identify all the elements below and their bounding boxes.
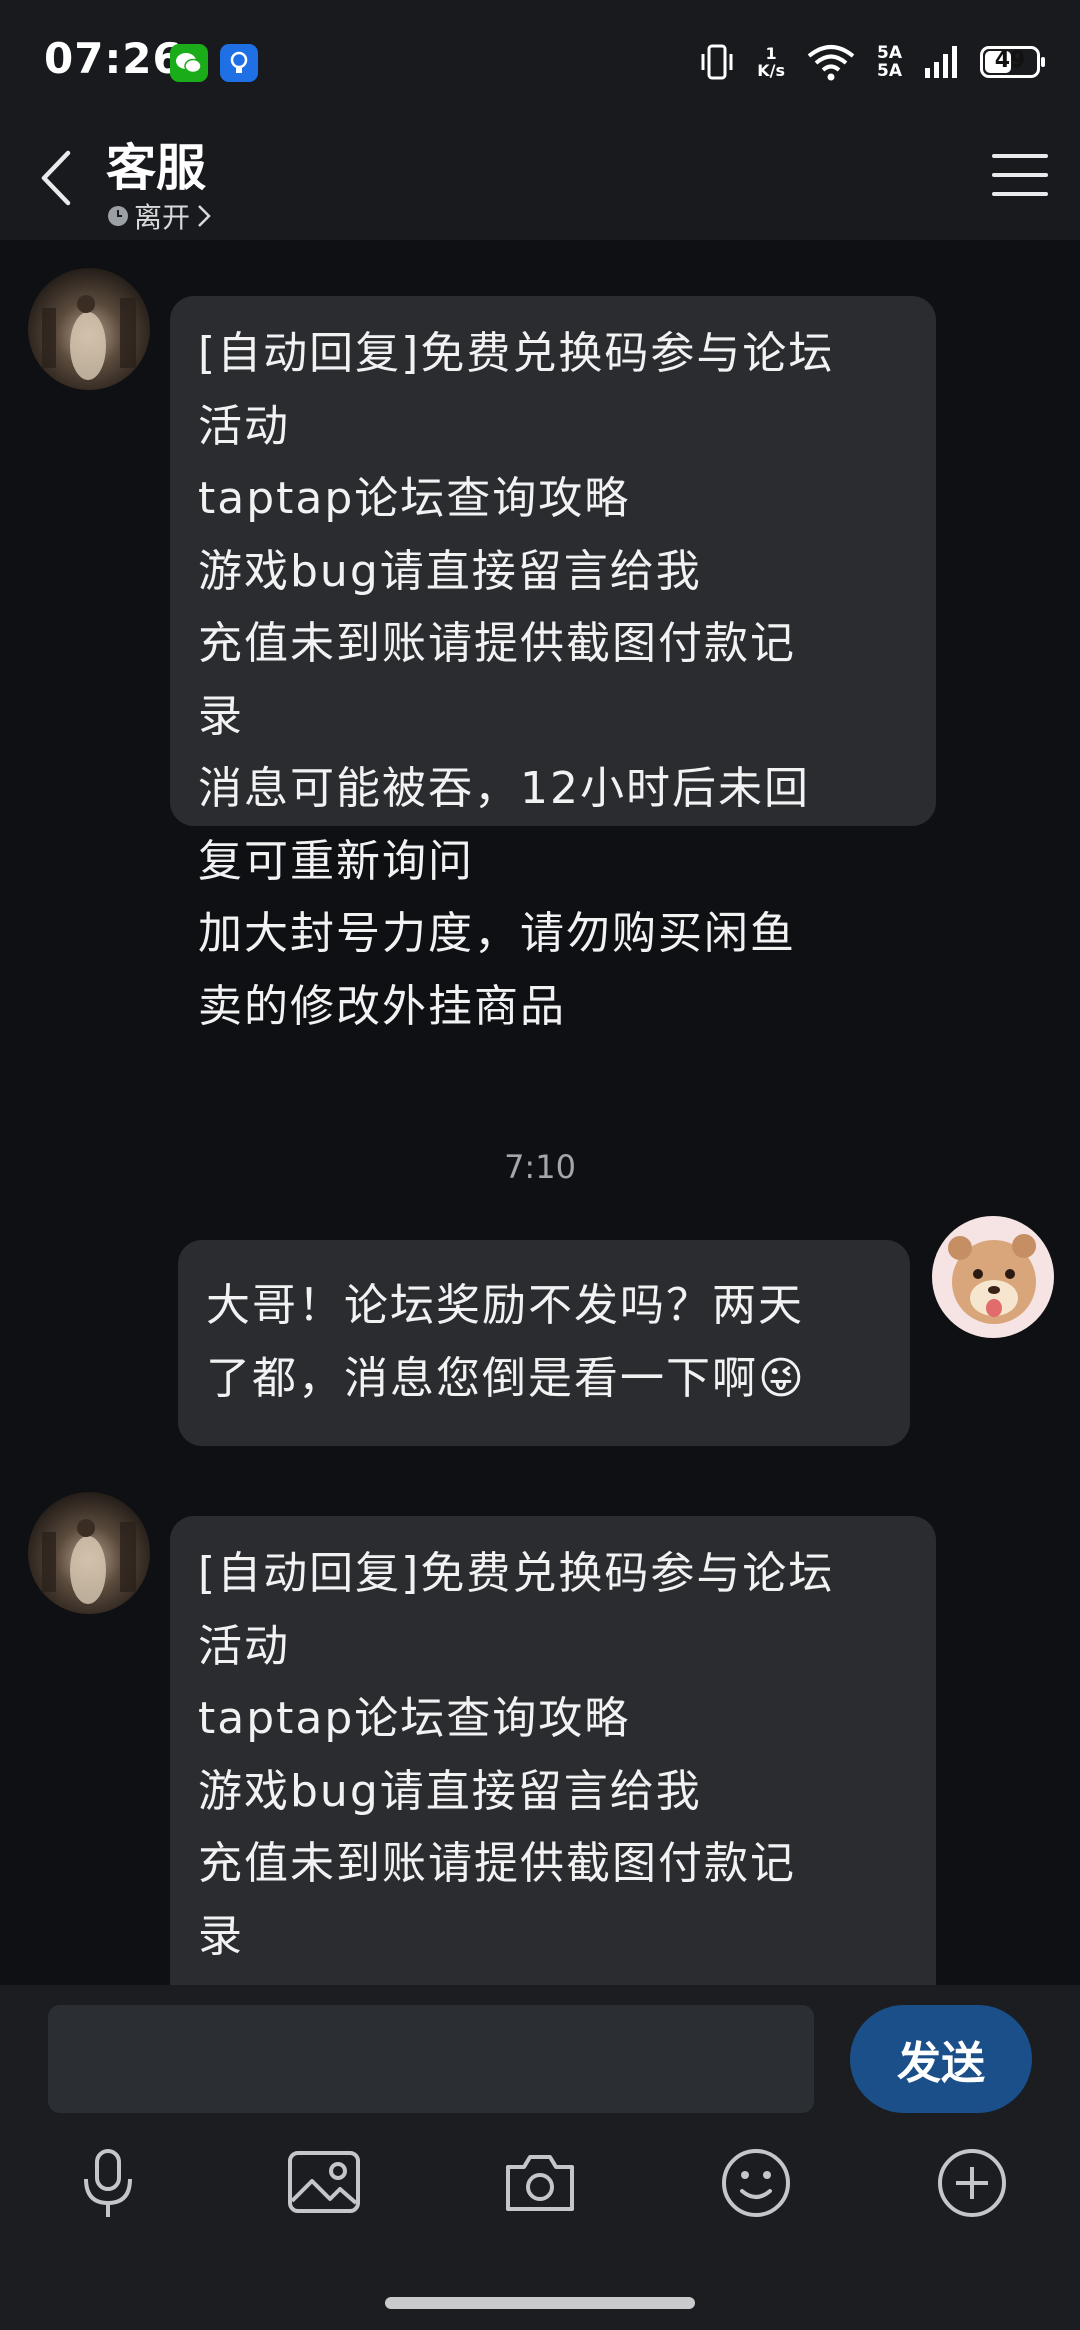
message-line: taptap论坛查询攻略 bbox=[198, 1693, 631, 1744]
message-line: 了都，消息您倒是看一下啊😜 bbox=[206, 1352, 806, 1404]
message-line: 消息可能被吞，12小时后未回 bbox=[198, 763, 810, 814]
message-bubble[interactable]: [自动回复]免费兑换码参与论坛 活动 taptap论坛查询攻略 游戏bug请直接… bbox=[170, 296, 936, 1032]
plus-icon[interactable] bbox=[932, 2143, 1012, 2223]
presence-status-label: 离开 bbox=[134, 201, 191, 234]
chevron-right-icon bbox=[198, 205, 211, 227]
wifi-icon bbox=[807, 45, 855, 81]
camera-icon[interactable] bbox=[500, 2143, 580, 2223]
message-line: [自动回复]免费兑换码参与论坛 bbox=[198, 1548, 835, 1599]
status-time: 07:26 bbox=[44, 34, 183, 83]
message-line: 卖的修改外挂商品 bbox=[198, 980, 566, 1032]
message-line: 游戏bug请直接留言给我 bbox=[198, 1765, 702, 1817]
message-list[interactable]: [自动回复]免费兑换码参与论坛 活动 taptap论坛查询攻略 游戏bug请直接… bbox=[0, 240, 1080, 1985]
battery-icon: 49 bbox=[980, 46, 1045, 78]
network-speed-unit: K/s bbox=[757, 61, 785, 80]
signal-icon bbox=[925, 46, 957, 78]
signal-labels: 5A 5A bbox=[877, 44, 902, 80]
message-line: 大哥！论坛奖励不发吗？两天 bbox=[206, 1280, 804, 1331]
bulb-icon bbox=[220, 44, 258, 82]
message-line: 加大封号力度，请勿购买闲鱼 bbox=[198, 908, 796, 959]
battery-level: 49 bbox=[994, 48, 1026, 73]
wechat-icon bbox=[170, 44, 208, 82]
message-input[interactable] bbox=[48, 2005, 814, 2113]
network-speed: 1 K/s bbox=[757, 45, 785, 79]
composer-toolbar bbox=[0, 2143, 1080, 2223]
message-bubble[interactable]: [自动回复]免费兑换码参与论坛 活动 taptap论坛查询攻略 游戏bug请直接… bbox=[170, 1516, 936, 1985]
status-bar: 07:26 1 K/s 5A 5A 49 bbox=[0, 0, 1080, 110]
signal-label-bottom: 5A bbox=[877, 61, 902, 81]
emoji-icon[interactable] bbox=[716, 2143, 796, 2223]
vibrate-icon bbox=[701, 44, 733, 80]
network-speed-value: 1 bbox=[765, 44, 777, 63]
chat-title: 客服 bbox=[106, 139, 206, 197]
chat-header: 客服 离开 bbox=[0, 110, 1080, 240]
user-avatar[interactable] bbox=[932, 1216, 1054, 1338]
presence-status[interactable]: 离开 bbox=[108, 196, 212, 236]
clock-icon bbox=[108, 206, 128, 226]
send-button[interactable]: 发送 bbox=[850, 2005, 1032, 2113]
microphone-icon[interactable] bbox=[68, 2143, 148, 2223]
message-line: 游戏bug请直接留言给我 bbox=[198, 545, 702, 597]
menu-icon[interactable] bbox=[990, 148, 1050, 202]
message-bubble[interactable]: 大哥！论坛奖励不发吗？两天 了都，消息您倒是看一下啊😜 bbox=[178, 1240, 910, 1446]
home-indicator[interactable] bbox=[385, 2297, 695, 2309]
message-line: 充值未到账请提供截图付款记 bbox=[198, 1838, 796, 1889]
agent-avatar[interactable] bbox=[28, 268, 150, 390]
message-line: [自动回复]免费兑换码参与论坛 bbox=[198, 328, 835, 379]
message-line: 充值未到账请提供截图付款记 bbox=[198, 618, 796, 669]
composer: 发送 bbox=[0, 1985, 1080, 2330]
back-icon[interactable] bbox=[30, 145, 86, 211]
message-line: 活动 bbox=[198, 400, 290, 452]
agent-avatar[interactable] bbox=[28, 1492, 150, 1614]
message-line: 录 bbox=[198, 690, 244, 742]
message-line: taptap论坛查询攻略 bbox=[198, 473, 631, 524]
message-line: 录 bbox=[198, 1910, 244, 1962]
message-line: 活动 bbox=[198, 1620, 290, 1672]
signal-label-top: 5A bbox=[877, 43, 902, 63]
time-separator: 7:10 bbox=[504, 1148, 576, 1186]
image-icon[interactable] bbox=[284, 2143, 364, 2223]
message-line: 复可重新询问 bbox=[198, 835, 474, 887]
